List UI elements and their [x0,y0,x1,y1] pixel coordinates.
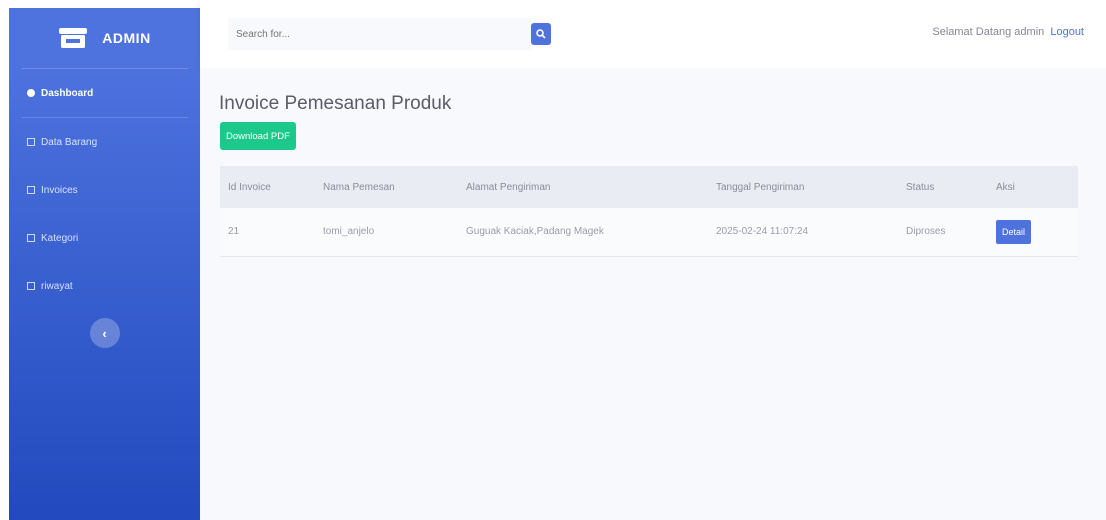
cell-status: Diproses [906,226,946,238]
sidebar-item-label: Kategori [41,232,79,244]
search-input[interactable] [228,18,531,50]
topbar: Selamat Datang admin Logout [200,0,1106,68]
sidebar-item-label: Invoices [41,184,78,196]
main-content: Invoice Pemesanan Produk Download PDF Id… [200,68,1106,520]
sidebar-item-riwayat[interactable]: riwayat [9,262,200,310]
detail-button[interactable]: Detail [996,219,1032,244]
sidebar-item-invoices[interactable]: Invoices [9,166,200,214]
cell-aksi: Detail [988,208,1078,256]
sidebar: ADMIN Dashboard Data Barang Invoices Kat… [9,8,200,520]
store-icon [59,28,88,48]
file-icon [27,186,35,194]
table-icon [27,138,35,146]
column-header: Tanggal Pengiriman [716,181,805,193]
cell-alamat-pengiriman: Guguak Kaciak,Padang Magek [466,226,604,238]
sidebar-item-data-barang[interactable]: Data Barang [9,118,200,166]
sidebar-item-label: Dashboard [41,87,94,99]
cell-nama-pemesan: tomi_anjelo [323,226,375,238]
table-icon [27,282,35,290]
column-header: Alamat Pengiriman [466,181,551,193]
column-header: Aksi [996,181,1015,193]
invoice-table: Id Invoice Nama Pemesan Alamat Pengirima… [220,166,1078,257]
table-row: 21 tomi_anjelo Guguak Kaciak,Padang Mage… [220,208,1078,256]
sidebar-item-label: Data Barang [41,136,98,148]
chevron-left-icon: ‹ [102,325,107,341]
column-header: Status [906,181,935,193]
dashboard-icon [27,89,35,97]
search-button[interactable] [531,23,551,45]
page-title: Invoice Pemesanan Produk [219,93,452,114]
app-root: ADMIN Dashboard Data Barang Invoices Kat… [0,0,1106,520]
logout-link[interactable]: Logout [1050,26,1084,38]
sidebar-brand[interactable]: ADMIN [9,8,200,68]
column-header: Id Invoice [228,181,271,193]
user-greeting: Selamat Datang admin Logout [932,26,1084,38]
column-header: Nama Pemesan [323,181,395,193]
search-bar [228,18,551,50]
greeting-text: Selamat Datang admin [932,26,1045,38]
sidebar-item-dashboard[interactable]: Dashboard [9,69,200,117]
download-pdf-button[interactable]: Download PDF [220,122,296,150]
brand-label: ADMIN [102,30,151,46]
search-icon [536,29,546,39]
table-header-row: Id Invoice Nama Pemesan Alamat Pengirima… [220,166,1078,208]
sidebar-toggle-button[interactable]: ‹ [89,318,120,348]
sidebar-item-kategori[interactable]: Kategori [9,214,200,262]
sidebar-item-label: riwayat [41,280,73,292]
cell-tanggal-pengiriman: 2025-02-24 11:07:24 [716,226,809,238]
table-icon [27,234,35,242]
cell-id-invoice: 21 [228,226,240,238]
